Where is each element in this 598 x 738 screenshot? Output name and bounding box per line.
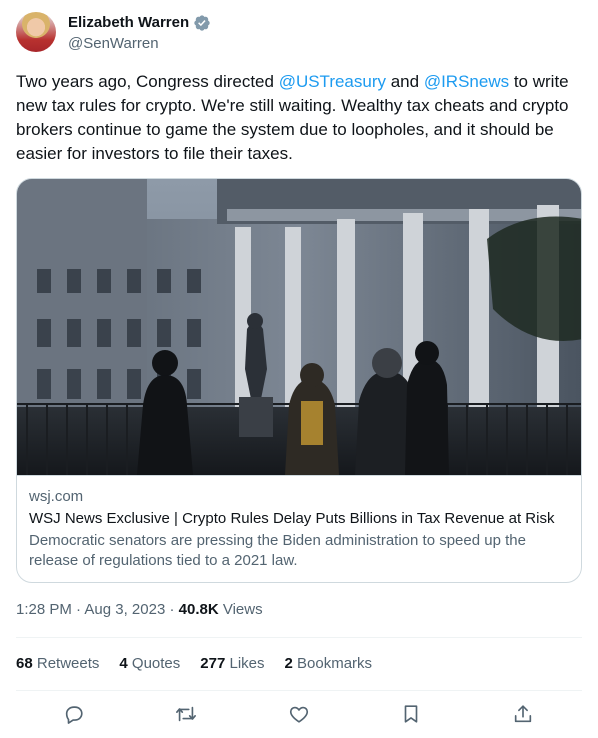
share-icon <box>514 705 532 723</box>
bookmarks-count: 2 <box>284 655 293 672</box>
reply-icon <box>65 706 83 724</box>
retweets-label: Retweets <box>36 655 100 672</box>
quotes-stat[interactable]: 4 Quotes <box>119 654 180 674</box>
tweet-date[interactable]: Aug 3, 2023 <box>84 601 165 618</box>
tweet-text-part: and <box>386 72 424 91</box>
handle[interactable]: @SenWarren <box>68 34 159 54</box>
tweet-stats: 68 Retweets 4 Quotes 277 Likes 2 Bookmar… <box>16 654 372 674</box>
card-domain: wsj.com <box>29 488 84 505</box>
verified-badge-icon <box>194 15 210 31</box>
bookmarks-label: Bookmarks <box>297 655 373 672</box>
divider <box>16 690 582 691</box>
quotes-label: Quotes <box>131 655 181 672</box>
tweet-text-part: Two years ago, Congress directed <box>16 72 279 91</box>
tweet-time[interactable]: 1:28 PM <box>16 601 72 618</box>
action-bar <box>16 703 582 727</box>
display-name[interactable]: Elizabeth Warren <box>68 13 189 33</box>
treasury-building-photo <box>17 179 581 475</box>
bookmark-button[interactable] <box>400 703 424 727</box>
divider <box>16 637 582 638</box>
name-row: Elizabeth Warren <box>68 13 211 33</box>
like-icon <box>289 706 309 723</box>
retweet-button[interactable] <box>175 703 199 727</box>
tweet-text: Two years ago, Congress directed @USTrea… <box>16 70 582 166</box>
retweets-stat[interactable]: 68 Retweets <box>16 654 99 674</box>
bookmark-icon <box>404 705 418 723</box>
retweet-icon <box>176 706 196 722</box>
card-description: Democratic senators are pressing the Bid… <box>29 532 526 569</box>
views-label: Views <box>218 601 263 618</box>
link-card[interactable]: wsj.com WSJ News Exclusive | Crypto Rule… <box>16 178 582 583</box>
card-title: WSJ News Exclusive | Crypto Rules Delay … <box>29 510 555 527</box>
avatar[interactable] <box>16 12 56 52</box>
card-body: wsj.com WSJ News Exclusive | Crypto Rule… <box>17 475 581 582</box>
likes-count: 277 <box>200 655 226 672</box>
views-count: 40.8K <box>178 601 219 618</box>
likes-stat[interactable]: 277 Likes <box>200 654 264 674</box>
retweets-count: 68 <box>16 655 33 672</box>
meta-separator: · <box>71 601 85 618</box>
bookmarks-stat[interactable]: 2 Bookmarks <box>285 654 373 674</box>
tweet-meta: 1:28 PM · Aug 3, 2023 · 40.8K Views <box>16 600 263 620</box>
like-button[interactable] <box>288 703 312 727</box>
quotes-count: 4 <box>119 655 128 672</box>
mention-ustreasury[interactable]: @USTreasury <box>279 72 386 91</box>
share-button[interactable] <box>512 703 536 727</box>
tweet-header: Elizabeth Warren @SenWarren <box>16 12 582 56</box>
reply-button[interactable] <box>63 703 87 727</box>
likes-label: Likes <box>229 655 265 672</box>
meta-separator: · <box>165 601 179 618</box>
mention-irsnews[interactable]: @IRSnews <box>424 72 509 91</box>
